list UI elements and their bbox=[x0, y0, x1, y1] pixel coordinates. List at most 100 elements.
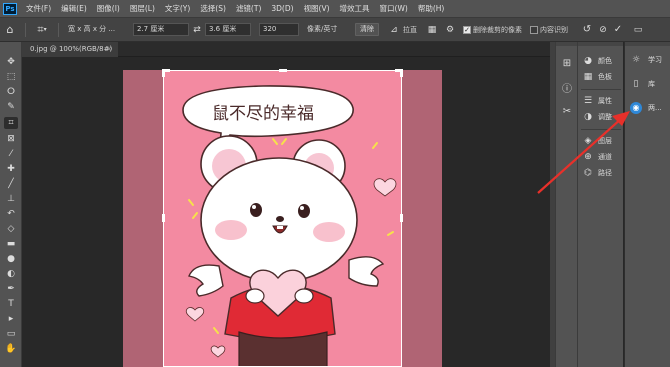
color-icon: ◕ bbox=[584, 56, 592, 66]
resolution-field[interactable]: 320 bbox=[259, 23, 299, 36]
panel-paths[interactable]: ⌬ 路径 bbox=[582, 166, 612, 180]
blur-tool-icon[interactable]: ● bbox=[4, 253, 18, 265]
menu-3d[interactable]: 3D(D) bbox=[266, 4, 298, 13]
canvas-area[interactable]: 鼠不尽的幸福 bbox=[22, 57, 550, 367]
panel-adjustments-label: 调整 bbox=[598, 113, 612, 121]
clone-stamp-tool-icon[interactable]: ⊥ bbox=[4, 193, 18, 205]
ratio-select[interactable]: 宽 x 高 x 分 ... bbox=[64, 23, 130, 36]
quick-select-tool-icon[interactable]: ✎ bbox=[4, 101, 18, 113]
workspace-icon[interactable]: ▭ bbox=[630, 25, 646, 35]
panel-navigator-label: 两... bbox=[648, 104, 662, 112]
menu-plugins[interactable]: 增效工具 bbox=[335, 3, 375, 14]
clear-button[interactable]: 清除 bbox=[355, 23, 379, 36]
menu-file[interactable]: 文件(F) bbox=[21, 3, 56, 14]
reset-icon[interactable]: ↺ bbox=[578, 24, 596, 35]
panel-grip[interactable] bbox=[625, 42, 670, 46]
commit-check-icon[interactable]: ✓ bbox=[610, 24, 626, 35]
height-field[interactable]: 3.6 厘米 bbox=[205, 23, 251, 36]
panel-adjustments[interactable]: ◑ 调整 bbox=[582, 110, 612, 124]
lasso-tool-icon[interactable]: ⵔ bbox=[4, 86, 18, 98]
gradient-tool-icon[interactable]: ▬ bbox=[4, 238, 18, 250]
brush-tool-icon[interactable]: ╱ bbox=[4, 178, 18, 190]
marquee-tool-icon[interactable]: ⬚ bbox=[4, 71, 18, 83]
crop-handle-right[interactable] bbox=[400, 214, 403, 222]
crop-handle-left[interactable] bbox=[162, 214, 165, 222]
crop-handle-top[interactable] bbox=[279, 69, 287, 72]
crop-handle-top-left-v[interactable] bbox=[162, 69, 165, 77]
crop-handle-top-right-v[interactable] bbox=[400, 69, 403, 77]
content-aware-label: 内容识别 bbox=[540, 25, 568, 34]
panel-navigator[interactable]: ◉ 两... bbox=[630, 100, 662, 116]
library-icon: ▯ bbox=[633, 79, 639, 89]
crop-shield-left bbox=[123, 70, 163, 367]
crop-box[interactable] bbox=[162, 69, 403, 367]
swap-icon[interactable]: ⇄ bbox=[189, 25, 205, 35]
options-bar: ⌂ ⌗ ▾ 宽 x 高 x 分 ... 2.7 厘米 ⇄ 3.6 厘米 320 像… bbox=[0, 17, 670, 42]
paths-icon: ⌬ bbox=[584, 168, 592, 178]
swatches-icon: ▦ bbox=[583, 72, 593, 82]
photoshop-logo: Ps bbox=[3, 2, 17, 15]
healing-brush-tool-icon[interactable]: ✚ bbox=[4, 163, 18, 175]
navigator-icon: ◉ bbox=[630, 102, 642, 114]
crop-shield-right bbox=[402, 70, 442, 367]
overlay-grid-icon[interactable]: ▦ bbox=[423, 25, 441, 35]
menu-edit[interactable]: 编辑(E) bbox=[56, 3, 92, 14]
document-tab[interactable]: 0.jpg @ 100%(RGB/8#) × bbox=[22, 42, 118, 57]
cancel-icon[interactable]: ⊘ bbox=[596, 25, 610, 35]
menu-window[interactable]: 窗口(W) bbox=[375, 3, 413, 14]
menu-layer[interactable]: 图层(L) bbox=[125, 3, 160, 14]
panel-libraries-label: 库 bbox=[648, 80, 655, 88]
history-panel-icon[interactable]: ⊞ bbox=[560, 56, 574, 70]
menu-view[interactable]: 视图(V) bbox=[299, 3, 335, 14]
panel-layers[interactable]: ◈ 图层 bbox=[582, 134, 612, 148]
crop-tool-icon[interactable]: ⌗ bbox=[4, 117, 18, 129]
panel-layers-label: 图层 bbox=[598, 137, 612, 145]
move-tool-icon[interactable]: ✥ bbox=[4, 56, 18, 68]
panel-channels[interactable]: ⊕ 通道 bbox=[582, 150, 612, 164]
panel-color-label: 颜色 bbox=[598, 57, 612, 65]
pen-tool-icon[interactable]: ✒ bbox=[4, 283, 18, 295]
type-tool-icon[interactable]: T bbox=[4, 298, 18, 310]
history-brush-tool-icon[interactable]: ↶ bbox=[4, 208, 18, 220]
panel-swatches[interactable]: ▦ 色板 bbox=[582, 70, 612, 84]
hand-tool-icon[interactable]: ✋ bbox=[4, 343, 18, 355]
width-field[interactable]: 2.7 厘米 bbox=[133, 23, 189, 36]
panel-libraries[interactable]: ▯ 库 bbox=[630, 76, 655, 92]
info-panel-icon[interactable]: ⓘ bbox=[560, 80, 574, 95]
panels-column: ◕ 颜色 ▦ 色板 ☰ 属性 ◑ 调整 ◈ 图层 ⊕ 通道 ⌬ 路径 bbox=[577, 42, 623, 367]
eyedropper-tool-icon[interactable]: ⁄ bbox=[4, 148, 18, 160]
menu-filter[interactable]: 滤镜(T) bbox=[231, 3, 266, 14]
separator bbox=[58, 22, 59, 37]
close-tab-icon[interactable]: × bbox=[106, 42, 112, 57]
menu-image[interactable]: 图像(I) bbox=[92, 3, 125, 14]
gear-icon[interactable]: ⚙ bbox=[441, 25, 459, 35]
menu-help[interactable]: 帮助(H) bbox=[413, 3, 450, 14]
delete-cropped-checkbox[interactable]: ✓ bbox=[463, 25, 471, 34]
straighten-button[interactable]: 拉直 bbox=[403, 25, 417, 35]
dodge-tool-icon[interactable]: ◐ bbox=[4, 268, 18, 280]
panel-grip[interactable] bbox=[556, 42, 577, 46]
shape-tool-icon[interactable]: ▭ bbox=[4, 328, 18, 340]
path-selection-tool-icon[interactable]: ▸ bbox=[4, 313, 18, 325]
panel-channels-label: 通道 bbox=[598, 153, 612, 161]
panel-learn-label: 学习 bbox=[648, 56, 662, 64]
tool-presets-icon[interactable]: ✂ bbox=[560, 104, 574, 118]
panel-properties[interactable]: ☰ 属性 bbox=[582, 94, 612, 108]
menu-type[interactable]: 文字(Y) bbox=[160, 3, 195, 14]
separator bbox=[581, 129, 621, 130]
straighten-icon[interactable]: ⊿ bbox=[385, 25, 403, 35]
crop-tool-preset-icon[interactable]: ⌗ ▾ bbox=[31, 23, 53, 37]
panel-color[interactable]: ◕ 颜色 bbox=[582, 54, 612, 68]
frame-tool-icon[interactable]: ⊠ bbox=[4, 133, 18, 145]
document-tab-bar: 0.jpg @ 100%(RGB/8#) × bbox=[22, 42, 550, 57]
panel-learn[interactable]: ☼ 学习 bbox=[630, 52, 662, 68]
resolution-unit-select[interactable]: 像素/英寸 bbox=[303, 23, 349, 36]
eraser-tool-icon[interactable]: ◇ bbox=[4, 223, 18, 235]
home-icon[interactable]: ⌂ bbox=[0, 23, 20, 36]
content-aware-checkbox[interactable] bbox=[530, 25, 538, 34]
separator bbox=[25, 22, 26, 37]
panel-grip[interactable] bbox=[578, 42, 623, 46]
menu-select[interactable]: 选择(S) bbox=[195, 3, 231, 14]
separator bbox=[581, 89, 621, 90]
lightbulb-icon: ☼ bbox=[631, 55, 641, 65]
